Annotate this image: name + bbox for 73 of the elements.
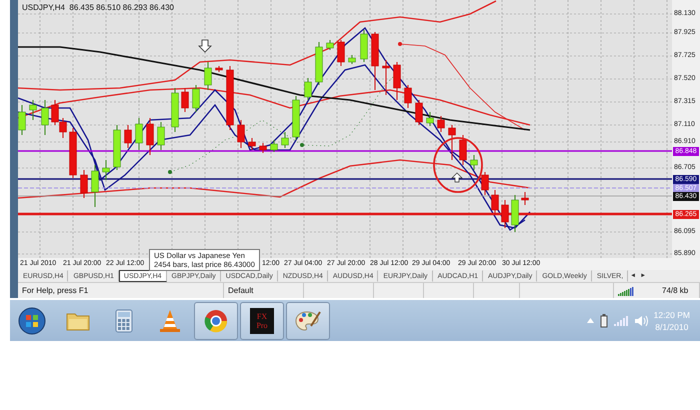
candlestick <box>371 32 379 90</box>
folder-icon <box>66 310 90 330</box>
candlestick <box>113 124 121 170</box>
clock-time: 12:20 PM <box>654 308 690 320</box>
candlestick <box>521 192 529 206</box>
candlestick <box>470 154 478 170</box>
status-help: For Help, press F1 <box>22 286 88 295</box>
candlestick <box>491 190 499 216</box>
candlestick <box>157 122 165 150</box>
candlestick <box>91 164 99 208</box>
circle-annotation <box>433 137 483 193</box>
candlestick <box>337 40 345 66</box>
candlestick <box>124 124 132 148</box>
candlestick <box>248 138 256 150</box>
candlestick <box>415 100 423 126</box>
candlestick <box>292 96 300 140</box>
candlestick <box>102 160 110 180</box>
sar-dot <box>398 42 402 46</box>
taskbar-app-button[interactable] <box>286 302 330 340</box>
candlestick <box>348 54 356 64</box>
candlestick <box>18 104 26 136</box>
candlestick <box>437 116 445 132</box>
candlestick <box>226 66 234 130</box>
candlestick <box>215 66 223 72</box>
candlestick <box>326 40 334 50</box>
candlestick <box>459 134 467 166</box>
candlestick <box>501 200 509 228</box>
calculator-icon <box>115 308 133 332</box>
status-profile: Default <box>228 286 254 295</box>
candlestick <box>270 140 278 152</box>
candlestick <box>41 100 49 136</box>
traffic-cone-icon <box>159 308 181 332</box>
candlestick <box>146 118 154 156</box>
round-logo-icon <box>204 308 228 332</box>
candlestick <box>29 100 37 120</box>
candlestick <box>135 118 143 150</box>
signal-icon <box>614 316 628 326</box>
speaker-icon <box>634 314 648 326</box>
caret-up-icon <box>586 318 594 323</box>
candlestick <box>382 60 390 96</box>
taskbar-app-button[interactable]: FX Pro <box>240 302 284 340</box>
candlestick <box>426 112 434 126</box>
candlestick <box>181 88 189 112</box>
sar-dot <box>300 143 304 147</box>
status-traffic: 74/8 kb <box>662 286 688 295</box>
clock-date: 8/1/2010 <box>655 320 688 332</box>
candlestick <box>259 142 267 154</box>
candlestick <box>481 172 489 196</box>
candlestick <box>80 170 88 198</box>
candlestick <box>204 62 212 90</box>
candlestick <box>171 88 179 132</box>
candlestick <box>511 194 519 232</box>
up-arrow-icon <box>451 172 463 182</box>
candlestick <box>315 42 323 86</box>
palette-icon <box>295 310 321 332</box>
start-orb-icon <box>18 306 46 334</box>
icon-label: FX <box>256 312 268 320</box>
taskbar-app-button[interactable] <box>194 302 238 340</box>
candlestick <box>393 62 401 100</box>
candlestick <box>304 78 312 100</box>
candlestick <box>69 128 77 178</box>
icon-label: Pro <box>256 320 268 330</box>
chart-title: USDJPY,H4 86.435 86.510 86.293 86.430 <box>22 3 174 12</box>
sar-dot <box>168 170 172 174</box>
candlestick <box>281 132 289 148</box>
candlestick <box>192 84 200 112</box>
candlestick <box>404 84 412 108</box>
battery-icon <box>600 314 608 328</box>
candlestick <box>360 30 368 62</box>
candlestick <box>448 124 456 160</box>
candlestick <box>237 120 245 148</box>
connection-bars-icon <box>618 286 634 296</box>
down-arrow-icon <box>198 40 212 53</box>
